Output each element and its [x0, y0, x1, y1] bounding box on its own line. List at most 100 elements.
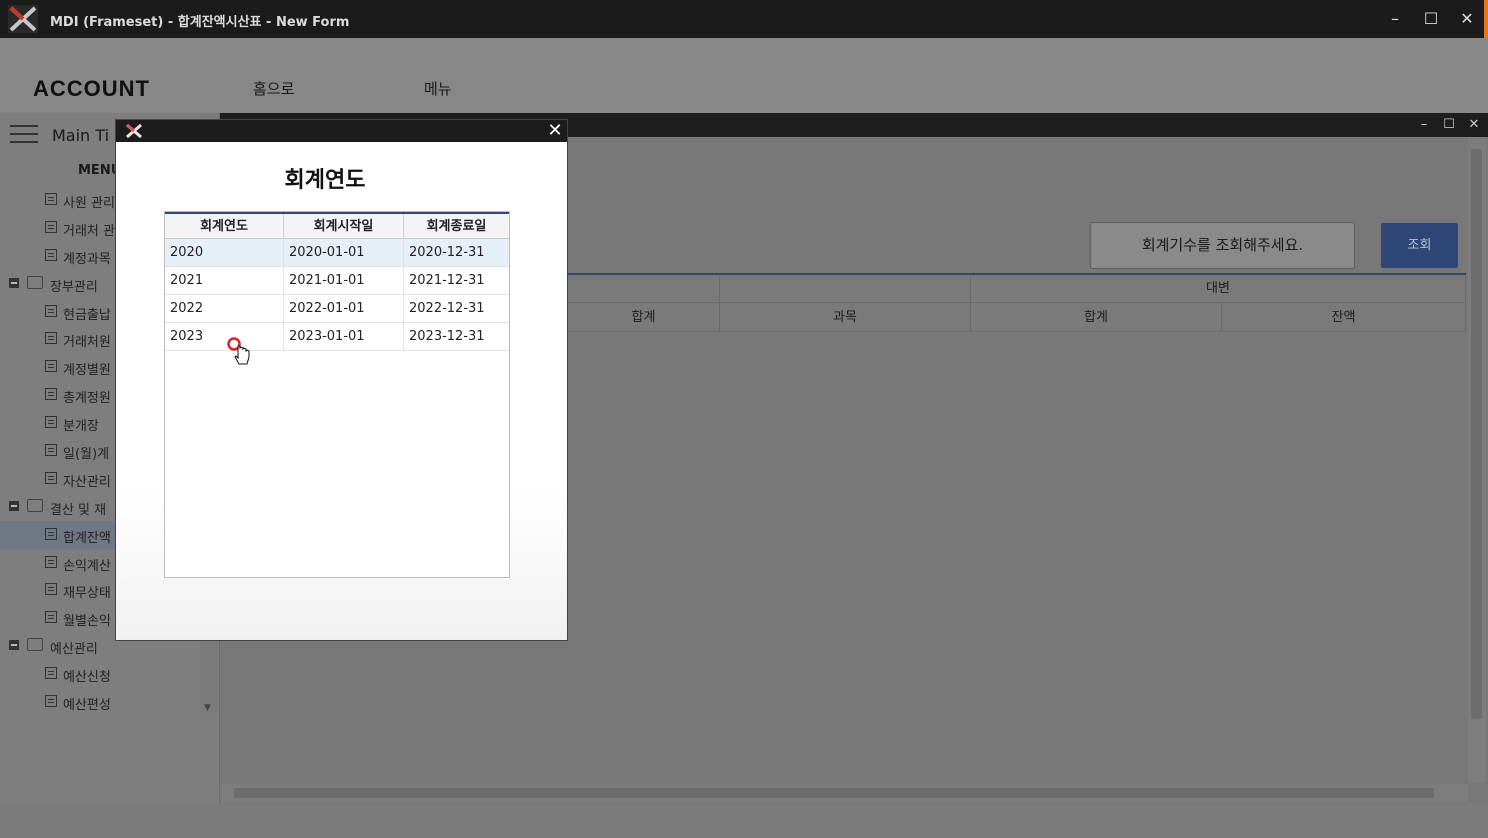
- tree-item-label: 계정별원: [63, 363, 111, 379]
- table-row[interactable]: 2023 2023-01-01 2023-12-31: [165, 323, 509, 351]
- tree-item-label: 분개장: [63, 419, 99, 435]
- query-button[interactable]: 조회: [1381, 223, 1458, 268]
- tree-item-label: 예산신청: [63, 670, 111, 686]
- sidebar-main-title: Main Ti: [52, 126, 110, 145]
- tree-item-label: 계정과목: [63, 251, 111, 267]
- col-header-end-date[interactable]: 회계종료일: [404, 214, 509, 239]
- table-cell-start[interactable]: 2023-01-01: [284, 323, 404, 350]
- document-icon: [45, 667, 57, 680]
- table-cell-year[interactable]: 2021: [165, 267, 284, 294]
- window-titlebar: MDI (Frameset) - 합계잔액시산표 - New Form – ☐ …: [0, 0, 1488, 38]
- close-button[interactable]: ✕: [1454, 8, 1480, 30]
- table-row[interactable]: 2021 2021-01-01 2021-12-31: [165, 267, 509, 295]
- grid-col-header[interactable]: 합계: [971, 303, 1222, 332]
- mouse-cursor-icon: [227, 337, 250, 365]
- nav-menu-link[interactable]: 메뉴: [424, 78, 452, 99]
- document-icon: [45, 193, 57, 205]
- tree-item-label: 예산관리: [50, 642, 98, 658]
- col-header-fiscal-year[interactable]: 회계연도: [165, 214, 284, 239]
- table-cell-start[interactable]: 2022-01-01: [284, 295, 404, 322]
- document-icon: [45, 527, 57, 540]
- table-row[interactable]: 2020 2020-01-01 2020-12-31: [165, 239, 509, 267]
- app-header: ACCOUNT 홈으로 메뉴: [0, 38, 1488, 113]
- document-icon: [45, 388, 57, 401]
- grid-col-header[interactable]: 과목: [720, 303, 971, 332]
- tree-item-label: 재무상태: [63, 586, 111, 602]
- dialog-titlebar: ✕: [116, 120, 567, 142]
- document-icon: [45, 583, 57, 596]
- table-cell-year[interactable]: 2023: [165, 323, 284, 350]
- window-title: MDI (Frameset) - 합계잔액시산표 - New Form: [50, 15, 350, 30]
- dialog-title: 회계연도: [284, 168, 366, 193]
- collapse-toggle-icon[interactable]: [9, 500, 19, 511]
- document-icon: [45, 555, 57, 568]
- grid-col-header[interactable]: 잔액: [1222, 303, 1466, 332]
- document-icon: [45, 220, 57, 233]
- tree-item-label: 일(월)계: [63, 447, 110, 463]
- document-icon: [45, 611, 57, 624]
- grid-header-blank: [720, 275, 971, 303]
- vertical-scrollbar[interactable]: [1468, 137, 1486, 783]
- tree-item-label: 예산편성: [63, 698, 111, 714]
- tree-item[interactable]: 예산편성: [0, 688, 200, 716]
- grid-col-header[interactable]: 합계: [568, 303, 720, 332]
- folder-icon: [27, 498, 43, 512]
- scroll-thumb[interactable]: [1471, 149, 1482, 719]
- fiscal-period-hint-field[interactable]: 회계기수를 조회해주세요.: [1090, 222, 1355, 269]
- table-cell-end[interactable]: 2022-12-31: [404, 295, 509, 322]
- folder-icon: [27, 638, 43, 652]
- tree-item-label: 장부관리: [50, 279, 98, 295]
- tree-item-label: 거래처 관: [63, 223, 115, 239]
- table-cell-year[interactable]: 2022: [165, 295, 284, 322]
- document-icon: [45, 248, 57, 261]
- tree-item-label: 사원 관리: [63, 196, 115, 211]
- tree-item[interactable]: 예산신청: [0, 660, 200, 688]
- fiscal-year-dialog: ✕ 회계연도 회계연도 회계시작일 회계종료일 2020 2020-01-01 20…: [115, 119, 568, 641]
- status-bar: [0, 803, 1488, 838]
- document-icon: [45, 304, 57, 317]
- table-cell-end[interactable]: 2021-12-31: [404, 267, 509, 294]
- tree-item-label: 자산관리: [63, 474, 111, 490]
- document-icon: [45, 360, 57, 373]
- grid-header: 대변 합계 과목 합계 잔액: [568, 273, 1466, 332]
- grid-group-header-credit: 대변: [971, 275, 1466, 303]
- scroll-thumb[interactable]: [234, 788, 1434, 798]
- child-minimize-button[interactable]: –: [1414, 115, 1434, 135]
- dialog-close-button[interactable]: ✕: [545, 121, 565, 141]
- accent-strip: [1484, 0, 1488, 38]
- nav-home-link[interactable]: 홈으로: [253, 78, 294, 99]
- table-row[interactable]: 2022 2022-01-01 2022-12-31: [165, 295, 509, 323]
- tree-item-label: 결산 및 재: [50, 502, 107, 518]
- app-logo-icon: [126, 123, 142, 139]
- document-icon: [45, 695, 57, 708]
- collapse-toggle-icon[interactable]: [9, 277, 19, 288]
- brand-logo-text[interactable]: ACCOUNT: [33, 76, 150, 102]
- grid-header-blank: [568, 275, 720, 303]
- tree-item-label: 거래처원: [63, 335, 111, 351]
- document-icon: [45, 332, 57, 345]
- scroll-down-arrow-icon[interactable]: ▼: [204, 703, 211, 713]
- tree-item-label: 합계잔액: [63, 530, 111, 546]
- tree-item-label: 총계정원: [63, 391, 111, 407]
- horizontal-scrollbar[interactable]: [220, 784, 1468, 802]
- collapse-toggle-icon[interactable]: [9, 640, 19, 651]
- tree-item-label: 월별손익: [63, 614, 111, 630]
- col-header-start-date[interactable]: 회계시작일: [284, 214, 404, 239]
- minimize-button[interactable]: –: [1382, 8, 1408, 30]
- maximize-button[interactable]: ☐: [1418, 8, 1444, 30]
- table-cell-start[interactable]: 2020-01-01: [284, 239, 404, 266]
- table-cell-end[interactable]: 2020-12-31: [404, 239, 509, 266]
- app-logo-icon: [8, 5, 38, 33]
- table-cell-end[interactable]: 2023-12-31: [404, 323, 509, 350]
- table-cell-start[interactable]: 2021-01-01: [284, 267, 404, 294]
- document-icon: [45, 416, 57, 429]
- child-maximize-button[interactable]: ☐: [1439, 115, 1459, 135]
- child-close-button[interactable]: ✕: [1464, 115, 1484, 135]
- document-icon: [45, 471, 57, 484]
- hamburger-menu-icon[interactable]: [10, 125, 38, 147]
- table-cell-year[interactable]: 2020: [165, 239, 284, 266]
- fiscal-year-table: 회계연도 회계시작일 회계종료일 2020 2020-01-01 2020-12-3…: [164, 211, 510, 578]
- table-header: 회계연도 회계시작일 회계종료일: [165, 212, 509, 239]
- dialog-body: 회계연도 회계연도 회계시작일 회계종료일 2020 2020-01-01 2020…: [116, 142, 567, 640]
- tree-item-label: 손익계산: [63, 558, 111, 574]
